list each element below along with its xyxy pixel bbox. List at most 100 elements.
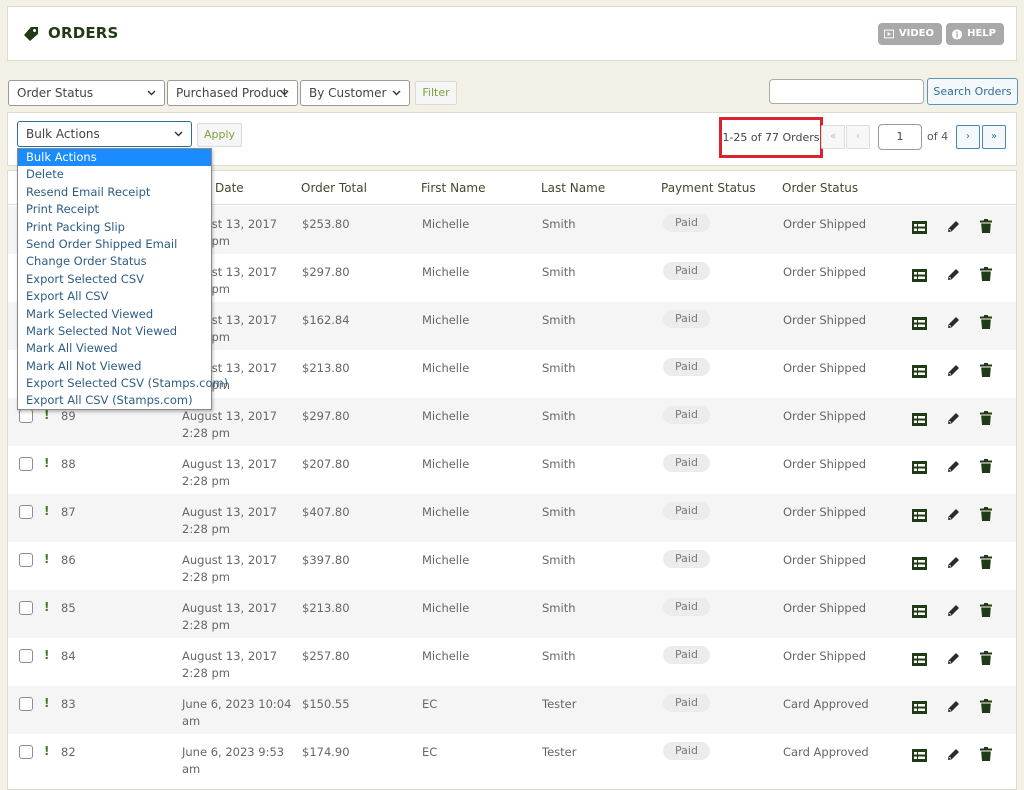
col-payment-status[interactable]: Payment Status [661, 181, 756, 195]
edit-pencil-icon[interactable] [947, 700, 960, 713]
col-first-name[interactable]: First Name [421, 181, 485, 195]
page-number-input[interactable]: 1 [878, 124, 922, 150]
trash-icon[interactable] [980, 555, 992, 569]
trash-icon[interactable] [980, 651, 992, 665]
bulk-action-option[interactable]: Export Selected CSV [18, 271, 211, 288]
order-id[interactable]: 87 [61, 504, 76, 521]
view-details-icon[interactable] [912, 413, 927, 426]
order-total: $297.80 [302, 409, 350, 423]
prev-page-button[interactable]: ‹ [846, 125, 870, 149]
order-total: $297.80 [302, 265, 350, 279]
view-details-icon[interactable] [912, 557, 927, 570]
row-checkbox[interactable] [19, 697, 33, 711]
edit-pencil-icon[interactable] [947, 652, 960, 665]
bulk-action-option[interactable]: Change Order Status [18, 253, 211, 270]
view-details-icon[interactable] [912, 317, 927, 330]
bulk-action-option[interactable]: Export All CSV [18, 288, 211, 305]
view-details-icon[interactable] [912, 461, 927, 474]
search-input[interactable] [769, 79, 924, 104]
edit-pencil-icon[interactable] [947, 508, 960, 521]
first-page-button[interactable]: « [821, 125, 845, 149]
col-order-total[interactable]: Order Total [301, 181, 367, 195]
trash-icon[interactable] [980, 363, 992, 377]
row-checkbox[interactable] [19, 409, 33, 423]
first-name: Michelle [422, 649, 470, 663]
search-orders-button[interactable]: Search Orders [927, 78, 1018, 105]
filter-button[interactable]: Filter [415, 81, 457, 105]
edit-pencil-icon[interactable] [947, 316, 960, 329]
view-details-icon[interactable] [912, 605, 927, 618]
order-id[interactable]: 88 [61, 456, 76, 473]
order-id[interactable]: 83 [61, 696, 76, 713]
bulk-action-option[interactable]: Resend Email Receipt [18, 184, 211, 201]
bulk-action-option[interactable]: Print Receipt [18, 201, 211, 218]
view-details-icon[interactable] [912, 221, 927, 234]
bulk-action-option[interactable]: Mark Selected Not Viewed [18, 323, 211, 340]
last-name: Tester [542, 745, 577, 759]
edit-pencil-icon[interactable] [947, 604, 960, 617]
order-status-select[interactable]: Order Status [8, 80, 165, 106]
trash-icon[interactable] [980, 267, 992, 281]
bulk-action-option[interactable]: Mark All Not Viewed [18, 358, 211, 375]
trash-icon[interactable] [980, 507, 992, 521]
bulk-action-option[interactable]: Export All CSV (Stamps.com) [18, 392, 211, 409]
edit-pencil-icon[interactable] [947, 412, 960, 425]
bulk-action-option[interactable]: Export Selected CSV (Stamps.com) [18, 375, 228, 392]
trash-icon[interactable] [980, 699, 992, 713]
edit-pencil-icon[interactable] [947, 220, 960, 233]
bulk-actions-value: Bulk Actions [26, 127, 100, 141]
col-last-name[interactable]: Last Name [541, 181, 605, 195]
order-total: $407.80 [302, 505, 350, 519]
order-count-label: 1-25 of 77 Orders [719, 117, 823, 158]
trash-icon[interactable] [980, 219, 992, 233]
order-date: August 13, 20172:28 pm [182, 601, 278, 632]
trash-icon[interactable] [980, 315, 992, 329]
apply-button[interactable]: Apply [197, 123, 242, 147]
row-checkbox[interactable] [19, 649, 33, 663]
bulk-action-option[interactable]: Delete [18, 166, 211, 183]
by-customer-select[interactable]: By Customer [300, 80, 410, 106]
col-order-status[interactable]: Order Status [782, 181, 858, 195]
last-name: Smith [542, 409, 576, 423]
row-checkbox[interactable] [19, 553, 33, 567]
order-id[interactable]: 85 [61, 600, 76, 617]
order-date: August 13, 20172:28 pm [182, 409, 278, 440]
trash-icon[interactable] [980, 747, 992, 761]
row-checkbox[interactable] [19, 601, 33, 615]
order-id[interactable]: 84 [61, 648, 76, 665]
purchased-product-select[interactable]: Purchased Product [167, 80, 298, 106]
edit-pencil-icon[interactable] [947, 748, 960, 761]
order-id[interactable]: 86 [61, 552, 76, 569]
trash-icon[interactable] [980, 411, 992, 425]
view-details-icon[interactable] [912, 365, 927, 378]
trash-icon[interactable] [980, 603, 992, 617]
row-checkbox[interactable] [19, 505, 33, 519]
view-details-icon[interactable] [912, 269, 927, 282]
help-button[interactable]: HELP [946, 23, 1004, 45]
bulk-actions-select[interactable]: Bulk Actions [17, 121, 192, 147]
order-id[interactable]: 89 [61, 408, 76, 425]
bulk-action-option[interactable]: Print Packing Slip [18, 219, 211, 236]
row-checkbox[interactable] [19, 457, 33, 471]
bulk-action-option[interactable]: Send Order Shipped Email [18, 236, 211, 253]
edit-pencil-icon[interactable] [947, 556, 960, 569]
bulk-action-option[interactable]: Mark All Viewed [18, 340, 211, 357]
bulk-action-option[interactable]: Mark Selected Viewed [18, 306, 211, 323]
view-details-icon[interactable] [912, 509, 927, 522]
view-details-icon[interactable] [912, 653, 927, 666]
order-id[interactable]: 82 [61, 744, 76, 761]
edit-pencil-icon[interactable] [947, 364, 960, 377]
edit-pencil-icon[interactable] [947, 268, 960, 281]
bulk-action-option[interactable]: Bulk Actions [18, 149, 211, 167]
next-page-button[interactable]: › [956, 125, 980, 149]
video-button[interactable]: VIDEO [878, 23, 942, 45]
col-date[interactable]: Date [215, 181, 244, 195]
edit-pencil-icon[interactable] [947, 460, 960, 473]
view-details-icon[interactable] [912, 701, 927, 714]
first-name: Michelle [422, 265, 470, 279]
row-checkbox[interactable] [19, 745, 33, 759]
trash-icon[interactable] [980, 459, 992, 473]
last-page-button[interactable]: » [982, 125, 1006, 149]
last-name: Smith [542, 361, 576, 375]
view-details-icon[interactable] [912, 749, 927, 762]
